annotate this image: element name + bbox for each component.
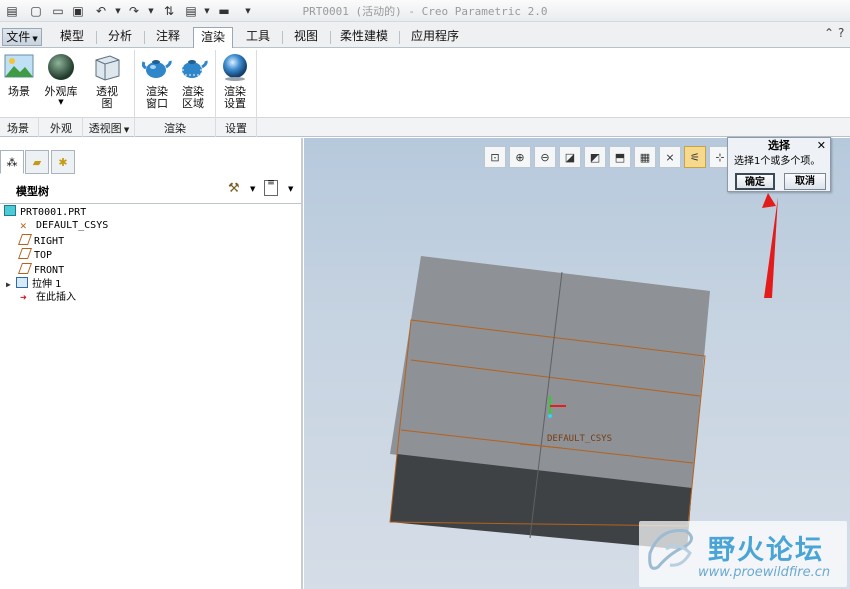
- help-icon[interactable]: ?: [838, 26, 844, 40]
- tab-folder-browser[interactable]: ▰: [25, 150, 49, 174]
- folder-icon: ▰: [32, 155, 42, 169]
- watermark-text: 野火论坛: [708, 535, 824, 566]
- tree-show-icon[interactable]: ≡: [264, 179, 278, 196]
- csys-icon: ✕: [20, 219, 27, 232]
- graphics-window[interactable]: ⊡ ⊕ ⊖ ◪ ◩ ⬒ ▦ ⨯ ⚟ ⊹ DEFAULT_CSYS: [304, 138, 850, 589]
- red-arrow-head: [762, 193, 776, 208]
- expand-arrow-icon[interactable]: ▶: [6, 278, 16, 292]
- appearance-sphere-icon: [48, 54, 74, 80]
- scene-icon: [4, 54, 34, 78]
- tab-favorites[interactable]: ✱: [51, 150, 75, 174]
- select-dialog: 选择 ✕ 选择1个或多个项。 确定 取消: [727, 137, 831, 192]
- group-scene-label: 场景: [7, 122, 29, 135]
- ribbon-panel: 场景 外观库 ▼ 透视图 渲染窗口 渲染区域 渲染设置: [0, 48, 850, 136]
- part-icon: [4, 205, 16, 216]
- group-perspective-label[interactable]: 透视图 ▼: [84, 120, 134, 136]
- model-tree-icon: ⁂: [6, 155, 18, 169]
- navigator-panel: ⁂ ▰ ✱ 模型树 ⚒ ▼ ≡ ▼ PRT0001.PRT ✕ DEFAULT_C…: [0, 138, 303, 589]
- watermark-logo-icon: [648, 528, 693, 570]
- render-setup-sphere-icon: [223, 54, 247, 81]
- red-arrow-shaft: [764, 197, 778, 298]
- file-menu[interactable]: 文件 ▼: [2, 28, 42, 46]
- render-setup-label: 渲染设置: [224, 85, 246, 110]
- window-title: PRT0001 (活动的) - Creo Parametric 2.0: [302, 5, 548, 18]
- appearance-gallery-label: 外观库: [44, 85, 78, 98]
- perspective-view-label: 透视图: [96, 85, 118, 110]
- datum-plane-icon: [17, 263, 33, 274]
- datum-plane-icon: [17, 234, 33, 245]
- ribbon-group-bar: 场景 外观 透视图 ▼ 渲染 设置: [0, 118, 850, 137]
- tree-settings-icon[interactable]: ⚒: [228, 181, 240, 196]
- tree-item-right[interactable]: RIGHT: [17, 234, 64, 248]
- favorites-icon: ✱: [58, 155, 68, 169]
- tree-item-part[interactable]: PRT0001.PRT: [4, 205, 86, 219]
- render-window-label: 渲染窗口: [146, 85, 168, 110]
- ok-button[interactable]: 确定: [735, 173, 775, 190]
- ribbon-tabs: 文件 ▼ 模型 分析 注释 渲染 工具 视图 柔性建模 应用程序 ⌃ ?: [0, 22, 850, 49]
- creo-window: { "window": {"title": "PRT0001 (活动的) - C…: [0, 0, 850, 589]
- group-render-label: 渲染: [164, 122, 186, 135]
- teapot-icon: [142, 60, 172, 78]
- dropdown-arrow-icon: ▼: [58, 98, 64, 106]
- model-tree-header: 模型树 ⚒ ▼ ≡ ▼: [0, 178, 301, 204]
- datum-plane-icon: [17, 248, 33, 259]
- tree-item-insert-here[interactable]: ➜ 在此插入: [20, 291, 76, 305]
- tab-render[interactable]: 渲染: [193, 27, 233, 49]
- select-dialog-message: 选择1个或多个项。: [734, 156, 821, 167]
- tab-tools[interactable]: 工具: [238, 27, 278, 48]
- perspective-icon: [95, 55, 120, 81]
- appearance-gallery-button[interactable]: 外观库 ▼: [42, 50, 80, 116]
- insert-here-icon: ➜: [20, 291, 27, 304]
- group-settings-label: 设置: [225, 122, 247, 135]
- tree-item-top[interactable]: TOP: [17, 248, 52, 262]
- title-bar: ▤ ▢ ▭ ▣ ↶ ▼ ↷ ▼ ⇅ ▤ ▼ ▬ ▼ PRT0001 (活动的) …: [0, 0, 850, 22]
- teapot-region-icon: [182, 58, 208, 78]
- tree-show-dropdown-icon[interactable]: ▼: [288, 185, 293, 193]
- collapse-ribbon-icon[interactable]: ⌃: [824, 26, 834, 40]
- tab-flexible-modeling[interactable]: 柔性建模: [334, 27, 394, 48]
- scene-button[interactable]: 场景: [0, 50, 38, 116]
- render-region-label: 渲染区域: [182, 85, 204, 110]
- csys-label: DEFAULT_CSYS: [547, 434, 612, 444]
- tab-analysis[interactable]: 分析: [100, 27, 140, 48]
- tree-item-front[interactable]: FRONT: [17, 263, 64, 277]
- render-window-button[interactable]: 渲染窗口: [138, 50, 176, 116]
- select-dialog-title: 选择: [768, 139, 790, 152]
- tab-view[interactable]: 视图: [286, 27, 326, 48]
- render-setup-button[interactable]: 渲染设置: [216, 50, 254, 116]
- tab-annotate[interactable]: 注释: [148, 27, 188, 48]
- tree-item-extrude[interactable]: ▶ 拉伸 1: [6, 277, 62, 291]
- tree-item-csys[interactable]: ✕ DEFAULT_CSYS: [20, 219, 108, 233]
- csys-z-axis: [548, 414, 552, 418]
- tab-model[interactable]: 模型: [52, 27, 92, 48]
- tab-applications[interactable]: 应用程序: [403, 27, 467, 48]
- close-icon[interactable]: ✕: [817, 138, 826, 153]
- render-region-button[interactable]: 渲染区域: [174, 50, 212, 116]
- tree-settings-dropdown-icon[interactable]: ▼: [250, 185, 255, 193]
- group-appearance-label: 外观: [50, 122, 72, 135]
- tab-model-tree[interactable]: ⁂: [0, 150, 24, 174]
- extrude-icon: [16, 277, 28, 288]
- cancel-button[interactable]: 取消: [784, 173, 826, 190]
- watermark-url: www.proewildfire.cn: [698, 565, 831, 580]
- model-tree-title: 模型树: [16, 185, 49, 198]
- perspective-view-button[interactable]: 透视图: [88, 50, 126, 116]
